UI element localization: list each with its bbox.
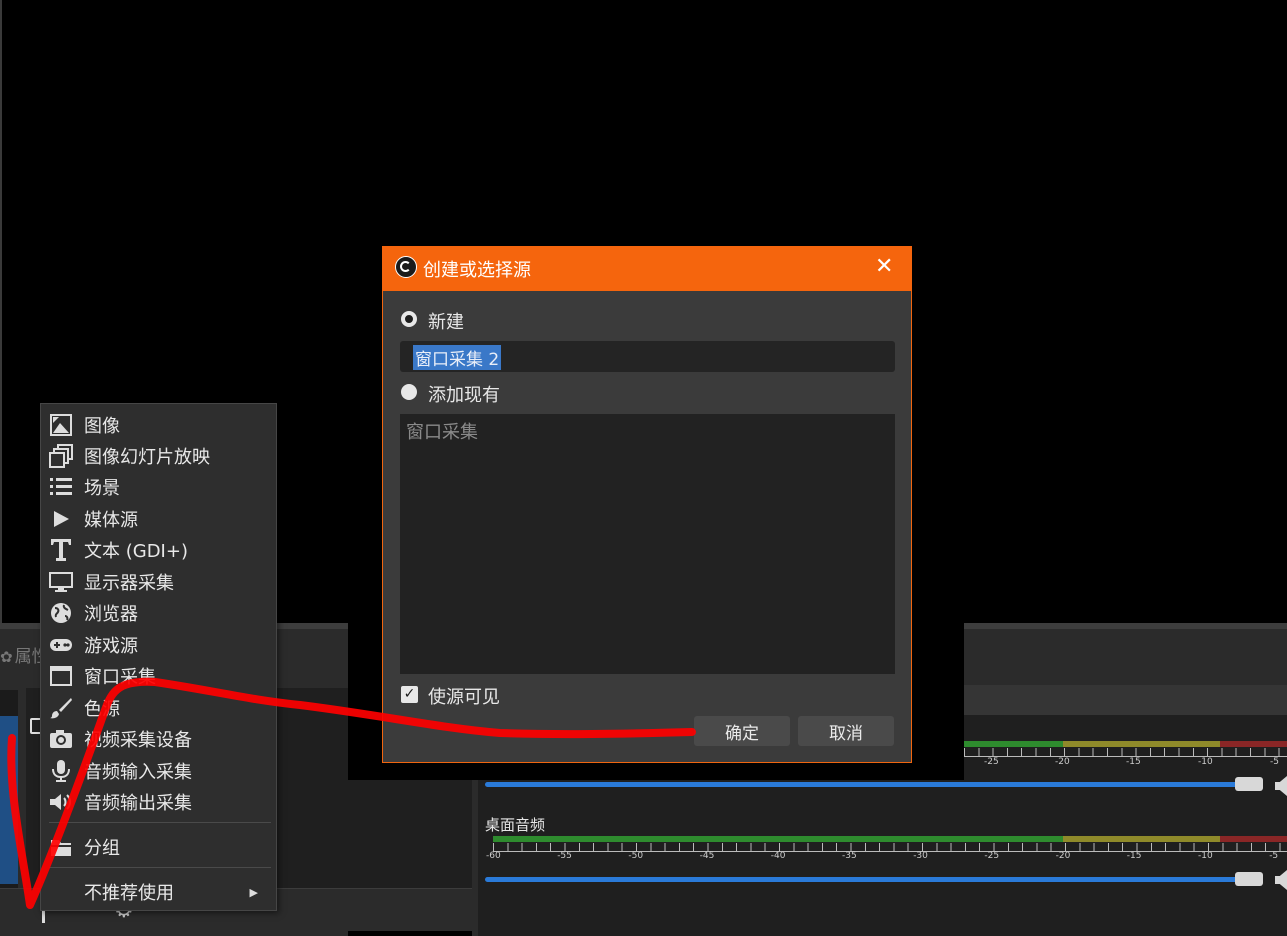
add-source-menu: 图像 图像幻灯片放映 场景 媒体源 文本 (GDI+) 显示器采集 浏览器 游戏… <box>40 403 277 911</box>
channel-2-tick: -50 <box>628 851 644 861</box>
window-icon <box>49 664 73 688</box>
channel-2-tick: -35 <box>842 851 857 861</box>
channel-1-volume-handle[interactable] <box>1235 777 1263 791</box>
channel-2-tick: -10 <box>1198 851 1213 861</box>
ok-button[interactable]: 确定 <box>694 716 790 746</box>
list-item[interactable]: 窗口采集 <box>406 418 478 444</box>
channel-2-tick: -45 <box>699 851 715 861</box>
obs-logo-icon <box>395 256 417 278</box>
menu-item-audio-output[interactable]: 音频输出采集 <box>41 787 276 817</box>
channel-1-tick: -15 <box>1126 757 1141 767</box>
channel-2-ticks <box>493 843 1287 852</box>
menu-item-audio-input[interactable]: 音频输入采集 <box>41 756 276 786</box>
menu-separator <box>49 867 271 868</box>
existing-sources-list[interactable] <box>400 414 895 674</box>
menu-item-browser[interactable]: 浏览器 <box>41 598 276 628</box>
channel-2-tick: -55 <box>557 851 572 861</box>
menu-item-label: 媒体源 <box>84 510 138 531</box>
menu-item-label: 图像幻灯片放映 <box>84 447 210 468</box>
menu-item-group[interactable]: 分组 <box>41 832 276 862</box>
menu-item-label: 场景 <box>84 478 120 499</box>
selected-scene[interactable] <box>0 716 18 884</box>
source-name-value[interactable]: 窗口采集 2 <box>413 345 502 370</box>
menu-separator <box>49 822 271 823</box>
channel-2-tick: -30 <box>913 851 928 861</box>
globe-icon <box>49 601 73 625</box>
channel-2-tick: -25 <box>984 851 1000 861</box>
menu-item-label: 浏览器 <box>84 604 138 625</box>
menu-item-label: 显示器采集 <box>84 573 174 594</box>
make-visible-label[interactable]: 使源可见 <box>428 683 500 709</box>
menu-item-game-capture[interactable]: 游戏源 <box>41 630 276 660</box>
brush-icon <box>49 696 73 720</box>
channel-2-meter <box>493 836 1287 842</box>
menu-item-label: 色源 <box>84 699 120 720</box>
menu-item-slideshow[interactable]: 图像幻灯片放映 <box>41 441 276 471</box>
channel-1-meter <box>964 741 1287 747</box>
mixer-header <box>964 685 1287 715</box>
channel-2-tick: -20 <box>1055 851 1071 861</box>
channel-2-label: 桌面音频 <box>485 816 546 834</box>
menu-item-deprecated[interactable]: 不推荐使用 ▶ <box>41 877 276 907</box>
make-visible-checkbox[interactable]: ✓ <box>401 686 418 703</box>
channel-1-tick: -25 <box>984 757 999 767</box>
radio-create-new[interactable] <box>401 311 417 327</box>
channel-2-tick: -60 <box>486 851 501 861</box>
menu-item-image[interactable]: 图像 <box>41 410 276 440</box>
channel-1-tick: -10 <box>1198 757 1213 767</box>
image-icon <box>49 413 73 437</box>
menu-item-label: 游戏源 <box>84 636 138 657</box>
text-icon <box>49 538 73 562</box>
menu-item-label: 视频采集设备 <box>84 730 192 751</box>
menu-item-label: 分组 <box>84 838 120 859</box>
add-existing-label[interactable]: 添加现有 <box>428 381 500 407</box>
channel-2-volume-handle[interactable] <box>1235 872 1263 886</box>
menu-item-label: 不推荐使用 <box>84 883 174 904</box>
menu-item-label: 音频输出采集 <box>84 793 192 814</box>
channel-2-volume-slider[interactable] <box>485 877 1255 882</box>
menu-item-display-capture[interactable]: 显示器采集 <box>41 567 276 597</box>
speaker-icon <box>49 790 73 814</box>
channel-1-tick: -20 <box>1055 757 1070 767</box>
scene-list-icon <box>49 475 73 499</box>
channel-2-tick: -5 <box>1269 851 1279 861</box>
dialog-title: 创建或选择源 <box>423 260 531 281</box>
channel-2-tick: -40 <box>770 851 786 861</box>
menu-item-label: 音频输入采集 <box>84 762 192 783</box>
menu-item-scene[interactable]: 场景 <box>41 472 276 502</box>
channel-1-volume-slider[interactable] <box>485 782 1255 787</box>
microphone-icon <box>49 759 73 783</box>
menu-item-media-source[interactable]: 媒体源 <box>41 504 276 534</box>
radio-add-existing[interactable] <box>401 384 417 400</box>
folder-icon <box>49 835 73 859</box>
menu-item-color-source[interactable]: 色源 <box>41 693 276 723</box>
gamepad-icon <box>49 633 73 657</box>
monitor-icon <box>49 570 73 594</box>
channel-2-tick: -15 <box>1126 851 1142 861</box>
menu-item-label: 窗口采集 <box>84 667 156 688</box>
gear-icon: ✿ <box>0 648 13 666</box>
slideshow-icon <box>49 444 73 468</box>
menu-item-label: 图像 <box>84 416 120 437</box>
channel-1-ticks <box>964 748 1287 757</box>
cancel-button[interactable]: 取消 <box>798 716 894 746</box>
close-icon[interactable]: ✕ <box>875 256 893 278</box>
menu-item-label: 文本 (GDI+) <box>84 541 188 562</box>
create-new-label[interactable]: 新建 <box>428 308 464 334</box>
channel-1-tick: -5 <box>1270 757 1279 767</box>
camera-icon <box>49 727 73 751</box>
menu-item-text[interactable]: 文本 (GDI+) <box>41 535 276 565</box>
menu-item-video-capture-device[interactable]: 视频采集设备 <box>41 724 276 754</box>
play-icon <box>49 507 73 531</box>
menu-item-window-capture[interactable]: 窗口采集 <box>41 661 276 691</box>
submenu-arrow-icon: ▶ <box>249 885 258 899</box>
